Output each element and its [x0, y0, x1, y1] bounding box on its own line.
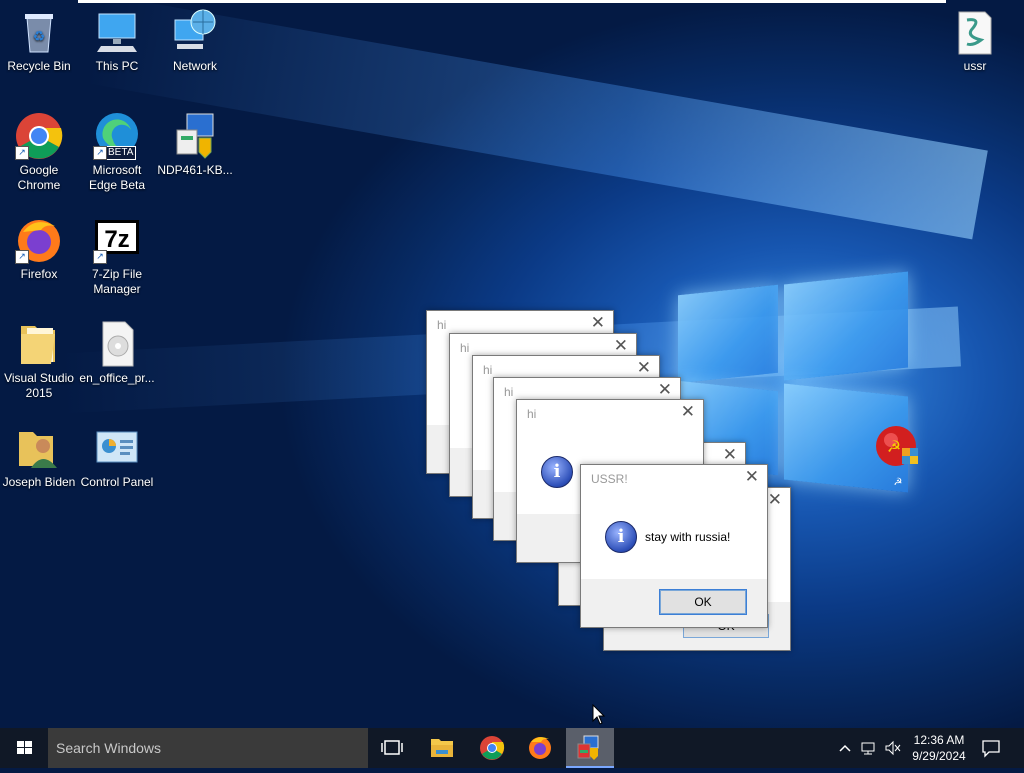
desktop-icon-label: NDP461-KB...	[157, 163, 233, 177]
action-center-button[interactable]	[980, 738, 1002, 761]
clock-date: 9/29/2024	[912, 749, 966, 763]
network-tray-button[interactable]	[860, 738, 878, 761]
dialog-title: hi	[483, 363, 493, 377]
dialog-title: USSR!	[591, 472, 628, 486]
ok-button[interactable]: OK	[659, 589, 747, 615]
chevron-up-icon	[839, 744, 851, 752]
mouse-cursor-icon	[592, 703, 606, 731]
control-panel-icon	[93, 424, 141, 472]
taskbar-installer-app[interactable]	[566, 728, 614, 768]
shortcut-arrow-icon: ↗	[93, 146, 107, 160]
close-icon[interactable]: ✕	[591, 313, 605, 333]
chrome-icon: ↗	[15, 112, 63, 160]
user-folder-icon	[15, 424, 63, 472]
show-hidden-icons-button[interactable]	[838, 738, 852, 761]
desktop-icon-label: Control Panel	[80, 475, 154, 489]
notification-icon	[982, 740, 1000, 758]
script-file-icon	[951, 8, 999, 56]
windows-start-icon	[17, 741, 32, 754]
shortcut-arrow-icon: ↗	[15, 250, 29, 264]
svg-text:♻: ♻	[33, 28, 46, 44]
desktop-icon-label: en_office_pr...	[79, 371, 155, 385]
window-edge-strip	[78, 0, 946, 3]
network-icon	[171, 8, 219, 56]
installer-icon	[171, 112, 219, 160]
close-icon[interactable]: ✕	[614, 336, 628, 356]
volume-muted-icon	[885, 740, 901, 756]
task-view-button[interactable]	[368, 728, 416, 768]
info-icon: i	[541, 456, 573, 488]
desktop-icon-ndp461[interactable]: NDP461-KB...	[156, 112, 234, 178]
dialog-title: hi	[460, 341, 470, 355]
taskbar-firefox[interactable]	[516, 728, 564, 768]
desktop-icon-label: ussr	[963, 59, 987, 73]
desktop-icon-visual-studio-2015[interactable]: Visual Studio 2015	[0, 320, 78, 401]
close-icon[interactable]: ✕	[768, 490, 782, 510]
7zip-icon: 7z ↗	[93, 216, 141, 264]
desktop-icon-ussr[interactable]: ussr	[936, 8, 1014, 74]
shortcut-arrow-icon: ↗	[15, 146, 29, 160]
network-tray-icon	[861, 742, 875, 755]
desktop-icon-label: Recycle Bin	[7, 59, 71, 73]
desktop-icon-label: Firefox	[20, 267, 58, 281]
folder-icon	[15, 320, 63, 368]
clock-time: 12:36 AM	[913, 733, 965, 747]
shortcut-arrow-icon: ↗	[93, 250, 107, 264]
computer-icon	[93, 8, 141, 56]
desktop-icon-label: Visual Studio 2015	[4, 371, 74, 400]
edge-beta-icon: BETA ↗	[93, 112, 141, 160]
volume-tray-button[interactable]	[884, 738, 902, 761]
dialog-title: hi	[504, 385, 514, 399]
dialog-title: hi	[437, 318, 447, 332]
desktop-icon-label: Google Chrome	[17, 163, 61, 192]
desktop-icon-label: Joseph Biden	[2, 475, 76, 489]
desktop-icon-en-office[interactable]: en_office_pr...	[78, 320, 156, 386]
task-view-icon	[381, 740, 403, 755]
search-placeholder: Search Windows	[56, 740, 162, 756]
desktop-icon-label: 7-Zip File Manager	[91, 267, 142, 296]
close-icon[interactable]: ✕	[658, 380, 672, 400]
desktop-icon-label: This PC	[95, 59, 139, 73]
message-dialog-ussr[interactable]: USSR! ✕ i stay with russia! OK	[580, 464, 768, 628]
desktop-icon-label: Microsoft Edge Beta	[88, 163, 146, 192]
desktop-icon-7zip[interactable]: 7z ↗ 7-Zip File Manager	[78, 216, 156, 297]
svg-text:☭: ☭	[887, 439, 901, 456]
ussr-program-label-icon: ☭	[893, 477, 903, 488]
chrome-icon	[480, 736, 505, 760]
desktop-icon-recycle-bin[interactable]: ♻ Recycle Bin	[0, 8, 78, 74]
desktop-icon-joseph-biden[interactable]: Joseph Biden	[0, 424, 78, 490]
desktop-icon-control-panel[interactable]: Control Panel	[78, 424, 156, 490]
desktop-icon-google-chrome[interactable]: ↗ Google Chrome	[0, 112, 78, 193]
desktop-icon-label: Network	[172, 59, 217, 73]
taskbar-chrome[interactable]	[468, 728, 516, 768]
ussr-program-icon[interactable]: ☭ ☭	[874, 424, 922, 488]
desktop-icon-network[interactable]: Network	[156, 8, 234, 74]
start-button[interactable]	[0, 728, 48, 768]
beta-badge: BETA	[105, 146, 137, 160]
7zip-glyph: 7z	[95, 220, 139, 254]
info-icon: i	[605, 521, 637, 553]
firefox-icon	[529, 737, 551, 759]
desktop-icon-this-pc[interactable]: This PC	[78, 8, 156, 74]
disc-image-file-icon	[93, 320, 141, 368]
recycle-bin-icon: ♻	[15, 8, 63, 56]
search-box[interactable]: Search Windows	[48, 728, 368, 768]
desktop-icon-edge-beta[interactable]: BETA ↗ Microsoft Edge Beta	[78, 112, 156, 193]
taskbar: Search Windows 12:36 AM 9/29/2024	[0, 728, 1024, 768]
file-explorer-icon	[431, 739, 453, 757]
close-icon[interactable]: ✕	[745, 467, 759, 487]
close-icon[interactable]: ✕	[681, 402, 695, 422]
dialog-message: stay with russia!	[645, 530, 731, 544]
clock[interactable]: 12:36 AM 9/29/2024	[906, 732, 972, 764]
taskbar-file-explorer[interactable]	[418, 728, 466, 768]
dialog-title: hi	[527, 407, 537, 421]
firefox-icon: ↗	[15, 216, 63, 264]
close-icon[interactable]: ✕	[637, 358, 651, 378]
desktop-icon-firefox[interactable]: ↗ Firefox	[0, 216, 78, 282]
close-icon[interactable]: ✕	[723, 445, 737, 465]
installer-icon	[577, 735, 599, 760]
